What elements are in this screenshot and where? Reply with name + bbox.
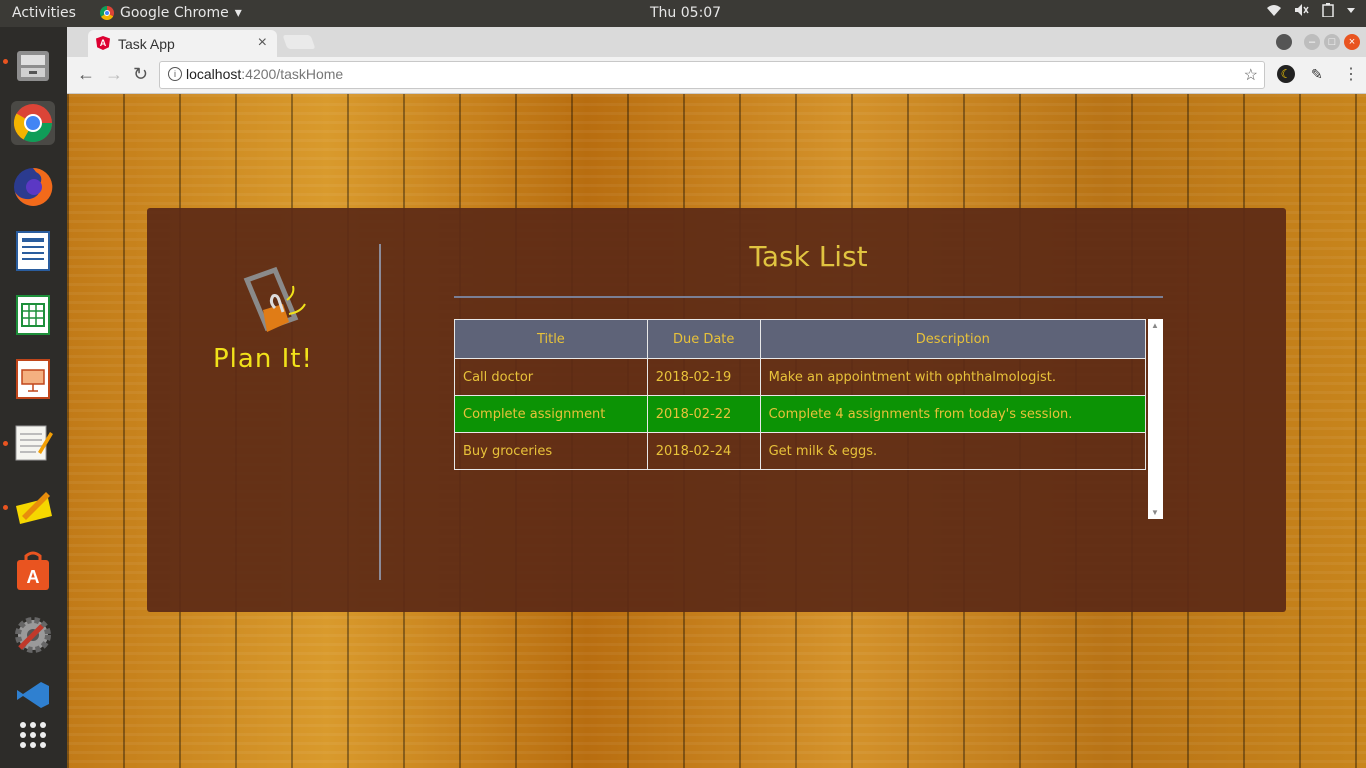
header-title[interactable]: Title bbox=[454, 319, 648, 359]
address-bar[interactable]: i localhost:4200/taskHome ☆ bbox=[159, 61, 1265, 89]
table-scrollbar[interactable]: ▲ ▼ bbox=[1148, 319, 1163, 519]
page-background: Plan It! Task List Title Due Date Descri… bbox=[67, 94, 1366, 768]
volume-icon bbox=[1295, 4, 1309, 16]
files-icon[interactable] bbox=[11, 43, 55, 87]
top-bar: Activities Google Chrome ▾ Thu 05:07 bbox=[0, 0, 1366, 27]
table-header-row: Title Due Date Description bbox=[454, 319, 1147, 359]
scroll-down-icon[interactable]: ▼ bbox=[1151, 508, 1159, 517]
clock[interactable]: Thu 05:07 bbox=[650, 5, 721, 21]
header-due-date[interactable]: Due Date bbox=[646, 319, 761, 359]
forward-button[interactable]: → bbox=[105, 64, 123, 85]
system-tray[interactable] bbox=[1266, 3, 1356, 17]
dock: A bbox=[0, 27, 67, 768]
running-indicator bbox=[3, 441, 8, 446]
scroll-up-icon[interactable]: ▲ bbox=[1151, 321, 1159, 330]
url-text: localhost:4200/taskHome bbox=[186, 66, 343, 82]
task-title: Complete assignment bbox=[454, 395, 648, 433]
text-editor-icon[interactable] bbox=[11, 421, 55, 465]
plan-it-logo: Plan It! bbox=[209, 266, 339, 386]
window-controls: – □ × bbox=[1276, 34, 1360, 50]
firefox-icon[interactable] bbox=[11, 165, 55, 209]
task-table: Title Due Date Description Call doctor 2… bbox=[454, 319, 1147, 470]
chevron-down-icon: ▾ bbox=[234, 5, 242, 21]
url-path: :4200/taskHome bbox=[241, 66, 344, 82]
settings-icon[interactable] bbox=[11, 613, 55, 657]
bookmark-star-icon[interactable]: ☆ bbox=[1244, 65, 1258, 85]
browser-toolbar: ← → ↻ i localhost:4200/taskHome ☆ ☾ ✎ ⋮ bbox=[67, 57, 1366, 94]
software-center-icon[interactable]: A bbox=[11, 549, 55, 593]
table-row[interactable]: Complete assignment 2018-02-22 Complete … bbox=[454, 395, 1147, 433]
vscode-icon[interactable] bbox=[11, 673, 55, 717]
tab-task-app[interactable]: A Task App × bbox=[88, 30, 277, 57]
activities-button[interactable]: Activities bbox=[12, 5, 76, 21]
chevron-down-icon bbox=[1347, 8, 1355, 13]
battery-icon bbox=[1322, 3, 1334, 17]
extension-moon-icon[interactable]: ☾ bbox=[1277, 65, 1295, 83]
chrome-icon[interactable] bbox=[11, 101, 55, 145]
task-due-date: 2018-02-19 bbox=[646, 358, 761, 396]
task-description: Get milk & eggs. bbox=[759, 432, 1147, 470]
chrome-icon bbox=[100, 6, 114, 20]
running-indicator bbox=[3, 505, 8, 510]
tab-close-button[interactable]: × bbox=[258, 34, 267, 52]
close-window-button[interactable]: × bbox=[1344, 34, 1360, 50]
task-panel: Plan It! Task List Title Due Date Descri… bbox=[147, 208, 1286, 612]
running-indicator bbox=[3, 59, 8, 64]
task-description: Complete 4 assignments from today's sess… bbox=[759, 395, 1147, 433]
task-title: Buy groceries bbox=[454, 432, 648, 470]
task-title: Call doctor bbox=[454, 358, 648, 396]
task-due-date: 2018-02-22 bbox=[646, 395, 761, 433]
header-description[interactable]: Description bbox=[759, 319, 1147, 359]
vertical-divider bbox=[379, 244, 381, 580]
svg-text:A: A bbox=[27, 567, 40, 587]
show-apps-icon[interactable] bbox=[11, 713, 55, 757]
browser-window: A Task App × – □ × ← → ↻ i localhost:420… bbox=[67, 27, 1366, 768]
wifi-icon bbox=[1267, 5, 1281, 16]
title-divider bbox=[454, 296, 1163, 298]
app-menu-label: Google Chrome bbox=[120, 5, 229, 21]
clipboard-logo-icon bbox=[243, 266, 306, 332]
task-table-container: Title Due Date Description Call doctor 2… bbox=[454, 319, 1163, 519]
task-due-date: 2018-02-24 bbox=[646, 432, 761, 470]
extension-eyedropper-icon[interactable]: ✎ bbox=[1311, 66, 1327, 82]
page-title: Task List bbox=[749, 240, 868, 273]
impress-icon[interactable] bbox=[11, 357, 55, 401]
reload-button[interactable]: ↻ bbox=[133, 64, 148, 85]
info-icon[interactable]: i bbox=[168, 67, 182, 81]
profile-icon[interactable] bbox=[1276, 34, 1292, 50]
maximize-button[interactable]: □ bbox=[1324, 34, 1340, 50]
tab-strip: A Task App × – □ × bbox=[67, 27, 1366, 57]
table-row[interactable]: Call doctor 2018-02-19 Make an appointme… bbox=[454, 358, 1147, 396]
back-button[interactable]: ← bbox=[77, 64, 95, 85]
chrome-menu-button[interactable]: ⋮ bbox=[1343, 64, 1359, 84]
app-menu[interactable]: Google Chrome ▾ bbox=[100, 5, 242, 21]
task-description: Make an appointment with ophthalmologist… bbox=[759, 358, 1147, 396]
url-host: localhost bbox=[186, 66, 242, 82]
minimize-button[interactable]: – bbox=[1304, 34, 1320, 50]
new-tab-button[interactable] bbox=[282, 35, 316, 49]
calc-icon[interactable] bbox=[11, 293, 55, 337]
writer-icon[interactable] bbox=[11, 229, 55, 273]
logo-text: Plan It! bbox=[213, 344, 313, 374]
table-row[interactable]: Buy groceries 2018-02-24 Get milk & eggs… bbox=[454, 432, 1147, 470]
angular-icon: A bbox=[96, 36, 110, 50]
notes-icon[interactable] bbox=[11, 485, 55, 529]
tab-title: Task App bbox=[118, 36, 175, 52]
